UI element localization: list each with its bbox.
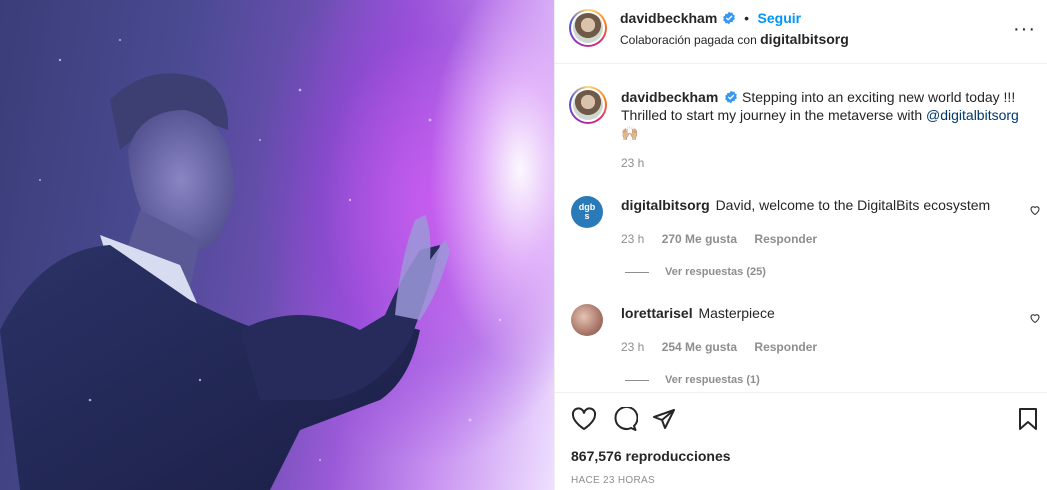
comment-avatar-digitalbits[interactable]: dgbs <box>571 196 603 228</box>
caption-emoji: 🙌🏼 <box>621 125 639 141</box>
author-username[interactable]: davidbeckham <box>620 10 717 26</box>
replies-divider <box>625 379 649 381</box>
post-details-panel: davidbeckham • Seguir Colaboración pagad… <box>554 0 1047 490</box>
verified-badge-icon <box>725 90 737 104</box>
view-replies-label: Ver respuestas (1) <box>665 374 760 386</box>
comment-item: dgbs digitalbitsorg David, welcome to th… <box>571 194 1041 284</box>
caption-username[interactable]: davidbeckham <box>621 89 718 105</box>
caption-mention[interactable]: @digitalbitsorg <box>926 107 1019 123</box>
reply-button[interactable]: Responder <box>754 232 817 246</box>
comment-likes[interactable]: 270 Me gusta <box>662 232 737 246</box>
post-actions: 867,576 reproducciones HACE 23 HORAS <box>555 392 1047 490</box>
comment-likes[interactable]: 254 Me gusta <box>662 340 737 354</box>
video-frame-silhouette <box>0 39 502 490</box>
comment-item: lorettarisel Masterpiece 23 h 254 Me gus… <box>571 302 1041 392</box>
paid-collab-label: Colaboración pagada con <box>620 33 757 47</box>
separator-dot: • <box>744 10 750 26</box>
view-replies-button[interactable]: Ver respuestas (25) <box>625 266 766 278</box>
heart-icon[interactable] <box>571 407 597 431</box>
comment-text: Masterpiece <box>698 305 775 321</box>
comment-text: David, welcome to the DigitalBits ecosys… <box>715 197 991 213</box>
comments-section[interactable]: davidbeckham Stepping into an exciting n… <box>555 64 1047 392</box>
caption-avatar[interactable] <box>569 86 607 124</box>
replies-divider <box>625 271 649 273</box>
follow-button[interactable]: Seguir <box>758 10 802 26</box>
comment-username[interactable]: digitalbitsorg <box>621 197 710 213</box>
comment-username[interactable]: lorettarisel <box>621 305 693 321</box>
caption-meta: 23 h <box>621 156 658 170</box>
verified-badge-icon <box>722 11 735 25</box>
collab-username[interactable]: digitalbitsorg <box>760 31 849 47</box>
bookmark-icon[interactable] <box>1018 407 1038 431</box>
comment-like-heart-icon[interactable] <box>1029 312 1041 324</box>
comment-meta: 23 h 254 Me gusta Responder <box>621 340 831 354</box>
views-count[interactable]: 867,576 reproducciones <box>571 448 731 464</box>
post-timestamp[interactable]: HACE 23 HORAS <box>571 475 655 486</box>
comment-icon[interactable] <box>612 407 638 431</box>
comment-time[interactable]: 23 h <box>621 232 644 246</box>
more-options-icon[interactable]: ··· <box>1013 18 1036 41</box>
comment-meta: 23 h 270 Me gusta Responder <box>621 232 831 246</box>
view-replies-button[interactable]: Ver respuestas (1) <box>625 374 760 386</box>
comment-like-heart-icon[interactable] <box>1029 204 1041 216</box>
author-avatar[interactable] <box>569 9 607 47</box>
comment-time[interactable]: 23 h <box>621 340 644 354</box>
reply-button[interactable]: Responder <box>754 340 817 354</box>
caption: davidbeckham Stepping into an exciting n… <box>569 86 1041 176</box>
digitalbits-logo: dgbs <box>578 202 596 221</box>
post-media[interactable] <box>0 0 554 490</box>
share-icon[interactable] <box>652 407 676 431</box>
comment-avatar-lorettarisel[interactable] <box>571 304 603 336</box>
view-replies-label: Ver respuestas (25) <box>665 266 766 278</box>
post-header: davidbeckham • Seguir Colaboración pagad… <box>555 0 1047 64</box>
caption-time[interactable]: 23 h <box>621 156 644 170</box>
